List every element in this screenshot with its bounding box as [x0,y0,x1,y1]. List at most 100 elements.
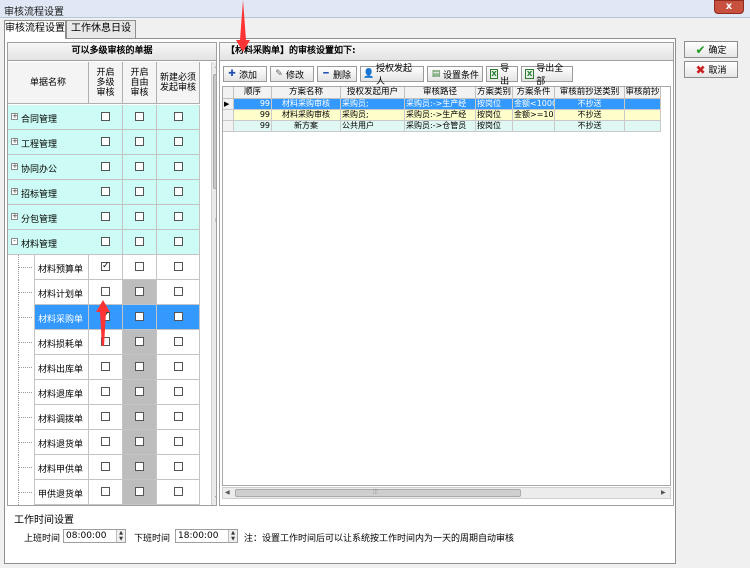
grid-cell[interactable]: 按岗位 [476,121,513,132]
free-audit-checkbox[interactable] [135,412,144,421]
grid-cell[interactable]: 按岗位 [476,99,513,110]
grid-cell[interactable]: 公共用户 [341,121,405,132]
close-button[interactable]: x [714,0,744,14]
expander-icon[interactable]: + [11,113,18,120]
free-audit-checkbox[interactable] [135,387,144,396]
must-audit-checkbox[interactable] [174,337,183,346]
group-checkbox[interactable] [135,237,144,246]
scroll-down-icon[interactable]: ▼ [213,495,216,505]
grid-cell[interactable]: 新方案 [272,121,341,132]
must-audit-checkbox[interactable] [174,487,183,496]
group-checkbox[interactable] [174,237,183,246]
grid-cell[interactable]: 材料采购审核 [272,110,341,121]
row-marker-icon[interactable] [223,110,234,121]
tree-item-row[interactable]: 材料采购单 [34,305,89,330]
minus-button[interactable]: ━ 删除 [317,66,357,82]
end-time-spinner[interactable]: ▲ ▼ [228,530,237,542]
expander-icon[interactable]: + [11,188,18,195]
grid-cell[interactable]: 采购员:->仓管员 [405,121,476,132]
grid-cell[interactable]: 按岗位 [476,110,513,121]
tree-item-row[interactable]: 甲供退货单 [34,480,89,505]
group-checkbox[interactable] [135,162,144,171]
grid-cell[interactable]: 采购员:->生产经 [405,110,476,121]
expander-icon[interactable]: + [11,163,18,170]
group-checkbox[interactable] [174,212,183,221]
grid-cell[interactable]: 99 [234,99,272,110]
tree-item-row[interactable]: 材料甲供单 [34,455,89,480]
grid-col-header[interactable]: 审核前抄送类别 [555,87,625,99]
grid-cell[interactable]: 99 [234,110,272,121]
free-audit-checkbox[interactable] [135,487,144,496]
grid-cell[interactable] [625,110,661,121]
multi-audit-checkbox[interactable] [101,462,110,471]
group-checkbox[interactable] [174,187,183,196]
must-audit-checkbox[interactable] [174,262,183,271]
end-time-input[interactable]: 18:00:00 ▲ ▼ [175,529,238,543]
must-audit-checkbox[interactable] [174,437,183,446]
expander-icon[interactable]: + [11,213,18,220]
grid-col-header[interactable]: 方案名称 [272,87,341,99]
must-audit-checkbox[interactable] [174,312,183,321]
start-time-spinner[interactable]: ▲ ▼ [116,530,125,542]
grid-col-header[interactable]: 审核前抄 [625,87,661,99]
must-audit-checkbox[interactable] [174,412,183,421]
grid-horizontal-scrollbar[interactable]: ◀ ⦙⦙⦙ ▶ [222,487,671,499]
group-checkbox[interactable] [174,162,183,171]
row-marker-icon[interactable]: ▶ [223,99,234,110]
group-checkbox[interactable] [101,162,110,171]
tree-item-row[interactable]: 材料损耗单 [34,330,89,355]
group-checkbox[interactable] [101,112,110,121]
grid-cell[interactable]: 不抄送 [555,110,625,121]
ok-button[interactable]: ✔ 确定 [684,41,738,58]
free-audit-checkbox[interactable] [135,262,144,271]
start-time-input[interactable]: 08:00:00 ▲ ▼ [63,529,126,543]
group-checkbox[interactable] [174,137,183,146]
grid-cell[interactable]: 不抄送 [555,121,625,132]
grid-cell[interactable] [625,121,661,132]
group-checkbox[interactable] [174,112,183,121]
tab-workday[interactable]: 工作休息日设置 [66,20,136,50]
multi-audit-checkbox[interactable] [101,287,110,296]
grid-cell[interactable]: 99 [234,121,272,132]
scroll-right-icon[interactable]: ▶ [661,489,666,496]
group-checkbox[interactable] [101,237,110,246]
free-audit-checkbox[interactable] [135,312,144,321]
scroll-left-icon[interactable]: ◀ [225,489,230,496]
edit-button[interactable]: ✎ 修改 [270,66,314,82]
grid-col-header[interactable]: 审核路径 [405,87,476,99]
must-audit-checkbox[interactable] [174,387,183,396]
free-audit-checkbox[interactable] [135,462,144,471]
grid-cell[interactable]: 材料采购审核 [272,99,341,110]
excel-all-button[interactable]: X 导出全部 [521,64,573,87]
must-audit-checkbox[interactable] [174,287,183,296]
grid-cell[interactable] [625,99,661,110]
grid-cell[interactable]: 金额>=100 [513,110,555,121]
tab-audit-flow[interactable]: 审核流程设置 [4,20,66,39]
cancel-button[interactable]: ✖ 取消 [684,61,738,78]
group-checkbox[interactable] [135,137,144,146]
multi-audit-checkbox[interactable] [101,437,110,446]
multi-audit-checkbox[interactable] [101,412,110,421]
multi-audit-checkbox[interactable] [101,362,110,371]
must-audit-checkbox[interactable] [174,462,183,471]
grid-cell[interactable] [513,121,555,132]
grid-col-header[interactable]: 方案条件 [513,87,555,99]
grid-cell[interactable]: 采购员; [341,110,405,121]
grid-cell[interactable]: 采购员; [341,99,405,110]
plus-button[interactable]: ✚ 添加 [223,66,267,82]
free-audit-checkbox[interactable] [135,362,144,371]
multi-audit-checkbox[interactable]: ✓ [101,262,110,271]
tree-item-row[interactable]: 材料预算单 [34,255,89,280]
user-key-button[interactable]: 👤 授权发起人 [360,64,424,87]
grid-col-header[interactable]: 方案类别 [476,87,513,99]
tree-item-row[interactable]: 材料计划单 [34,280,89,305]
expander-icon[interactable]: - [11,238,18,245]
tree-item-row[interactable]: 其它入库单 [34,505,89,506]
scroll-up-icon[interactable]: ▲ [213,62,216,72]
grid-col-header[interactable]: 顺序 [234,87,272,99]
tree-item-row[interactable]: 材料出库单 [34,355,89,380]
tree-item-row[interactable]: 材料调拨单 [34,405,89,430]
grid-col-header[interactable]: 授权发起用户 [341,87,405,99]
multi-audit-checkbox[interactable] [101,387,110,396]
left-scrollbar[interactable]: ▲ ≡ ▼ [211,62,216,505]
